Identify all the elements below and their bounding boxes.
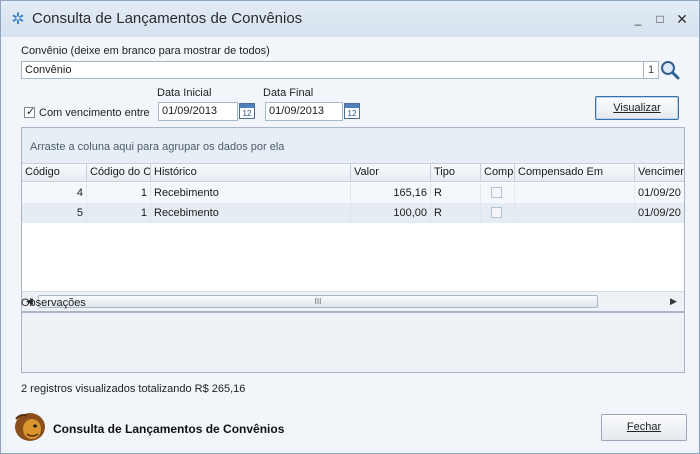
cell-compensado [481, 203, 515, 223]
cell-historico: Recebimento [151, 183, 351, 203]
convenio-count: 1 [643, 61, 659, 79]
checkmark-icon: ✓ [26, 106, 36, 118]
title-bar: ✲ Consulta de Lançamentos de Convênios _… [1, 1, 699, 37]
cell-compensado-em [515, 203, 635, 223]
convenio-label: Convênio (deixe em branco para mostrar d… [21, 45, 270, 57]
cell-tipo: R [431, 203, 481, 223]
vencimento-label: Com vencimento entre [39, 107, 150, 119]
cell-compensado [481, 183, 515, 203]
cell-codigo-convenio: 1 [87, 183, 151, 203]
window-title: Consulta de Lançamentos de Convênios [32, 10, 303, 27]
cell-vencimento: 01/09/20 [638, 187, 681, 199]
observacoes-label: Observações [21, 297, 86, 309]
column-header-compensado[interactable]: Compe [481, 164, 515, 182]
fechar-button[interactable]: Fechar [601, 414, 687, 441]
column-header-codigo-convenio[interactable]: Código do Co [87, 164, 151, 182]
cell-codigo-convenio: 1 [87, 203, 151, 223]
vencimento-checkbox[interactable]: ✓ [24, 106, 36, 118]
cell-valor: 100,00 [351, 203, 431, 223]
cell-vencimento: 01/09/20 [638, 207, 681, 219]
cell-compensado-em [515, 183, 635, 203]
close-button[interactable]: ✕ [673, 11, 691, 27]
gear-cog-icon: ✲ [11, 11, 25, 28]
main-window: ✲ Consulta de Lançamentos de Convênios _… [0, 0, 700, 454]
search-button[interactable] [660, 60, 680, 80]
data-inicial-input[interactable]: 01/09/2013 [158, 102, 238, 121]
table-row[interactable]: 5 1 Recebimento 100,00 R 01/09/20 [22, 203, 684, 223]
status-summary: 2 registros visualizados totalizando R$ … [21, 383, 246, 395]
visualizar-button[interactable]: Visualizar [595, 96, 679, 120]
maximize-button[interactable]: □ [651, 11, 669, 27]
column-header-codigo[interactable]: Código [22, 164, 87, 182]
table-row[interactable]: 4 1 Recebimento 165,16 R 01/09/20 [22, 183, 684, 203]
window-body: Convênio (deixe em branco para mostrar d… [5, 37, 695, 449]
cell-tipo: R [431, 183, 481, 203]
cell-codigo: 5 [22, 203, 87, 223]
convenio-input[interactable]: Convênio [21, 61, 645, 79]
lion-mascot-icon [13, 411, 47, 443]
column-header-vencimento[interactable]: Vencimen [635, 164, 684, 182]
data-final-label: Data Final [263, 87, 314, 99]
calendar-icon[interactable]: 12 [239, 103, 255, 119]
data-final-input[interactable]: 01/09/2013 [265, 102, 343, 121]
scrollbar-thumb[interactable]: III [38, 295, 598, 308]
compensado-checkbox[interactable] [491, 187, 502, 198]
scroll-right-icon[interactable]: ▶ [670, 296, 677, 307]
search-icon [661, 61, 680, 80]
column-header-valor[interactable]: Valor [351, 164, 431, 182]
column-header-historico[interactable]: Histórico [151, 164, 351, 182]
observacoes-field[interactable] [21, 312, 685, 373]
cell-historico: Recebimento [151, 203, 351, 223]
group-by-panel[interactable]: Arraste a coluna aqui para agrupar os da… [22, 128, 684, 164]
minimize-button[interactable]: _ [629, 11, 647, 27]
cell-valor: 165,16 [351, 183, 431, 203]
footer-title: Consulta de Lançamentos de Convênios [53, 422, 285, 436]
horizontal-scrollbar[interactable]: ◀ III ▶ [22, 291, 684, 311]
results-grid: Arraste a coluna aqui para agrupar os da… [21, 127, 685, 312]
calendar-icon[interactable]: 12 [344, 103, 360, 119]
cell-codigo: 4 [22, 183, 87, 203]
data-inicial-label: Data Inicial [157, 87, 212, 99]
column-header-compensado-em[interactable]: Compensado Em [515, 164, 635, 182]
column-header-tipo[interactable]: Tipo [431, 164, 481, 182]
compensado-checkbox[interactable] [491, 207, 502, 218]
group-by-hint: Arraste a coluna aqui para agrupar os da… [30, 141, 285, 153]
